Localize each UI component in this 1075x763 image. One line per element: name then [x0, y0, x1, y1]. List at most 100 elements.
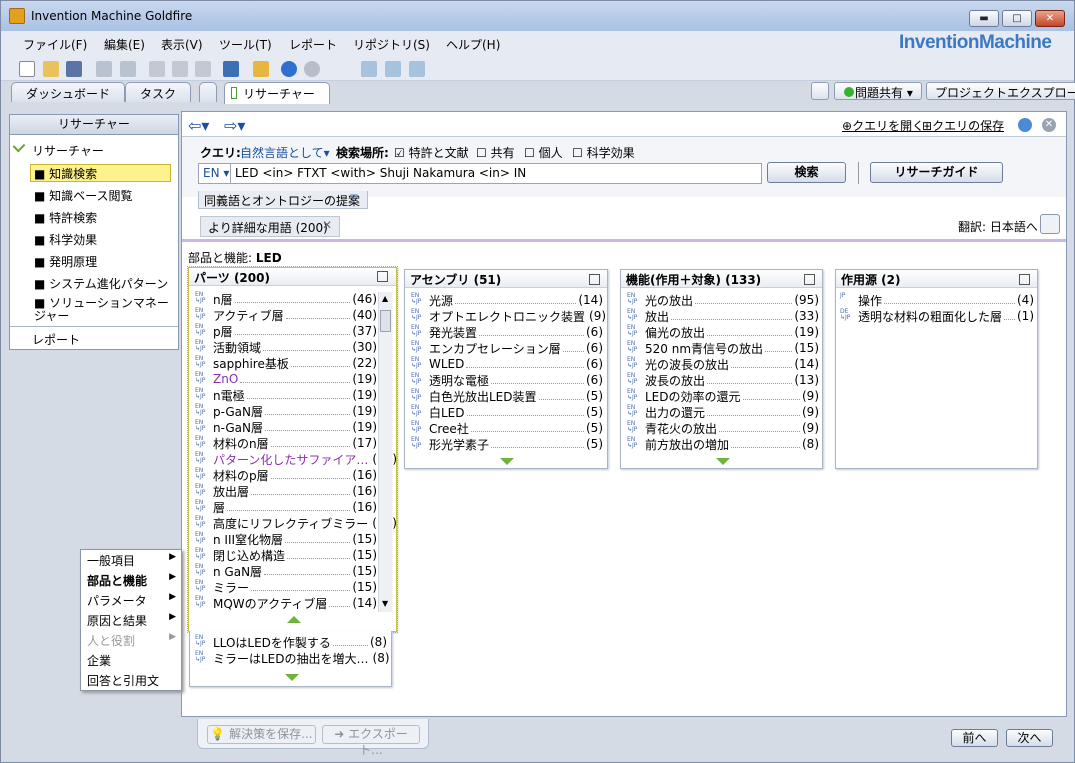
research-tool-icon[interactable] [361, 61, 377, 77]
research-tool-3-icon[interactable] [409, 61, 425, 77]
sidebar-item-solution-manager[interactable]: ■ ソリューションマネージャー [34, 297, 174, 323]
expand-icon[interactable]: ▽ [350, 193, 358, 204]
menu-tools[interactable]: ツール(T) [219, 36, 272, 53]
remove-chip-icon[interactable]: ✕ [322, 218, 332, 232]
language-dropdown[interactable]: EN ▾ [203, 166, 229, 180]
list-item[interactable]: EN ↳JP LLOはLEDを作製する (8) [195, 634, 387, 650]
maximize-panel-icon[interactable] [804, 274, 815, 285]
translate-label[interactable]: 翻訳: 日本語へ [958, 218, 1038, 235]
help-icon[interactable] [281, 61, 297, 77]
list-item[interactable]: EN ↳JP LEDの効率の還元 (9) [627, 388, 819, 404]
list-item[interactable]: EN ↳JP 青花火の放出 (9) [627, 420, 819, 436]
redo-icon[interactable] [120, 61, 136, 77]
refresh-icon[interactable] [1018, 118, 1032, 132]
list-item[interactable]: EN ↳JP WLED (6) [411, 356, 603, 372]
list-item[interactable]: EN ↳JP 透明な電極 (6) [411, 372, 603, 388]
list-item[interactable]: EN ↳JP p‐GaN層 (19) [195, 403, 377, 419]
list-item[interactable]: EN ↳JP n電極 (19) [195, 387, 377, 403]
list-item[interactable]: EN ↳JP 材料のp層 (16) [195, 467, 377, 483]
edit-pencil-icon[interactable] [1040, 214, 1060, 234]
list-item[interactable]: EN ↳JP n‐GaN層 (19) [195, 419, 377, 435]
clipboard-icon[interactable] [253, 61, 269, 77]
sidebar-item-inventive-principles[interactable]: ■ 発明原理 [34, 253, 97, 270]
open-query-link[interactable]: ⊕クエリを開く [842, 117, 924, 134]
list-item[interactable]: EN ↳JP 光の放出 (95) [627, 292, 819, 308]
sidebar-item-knowledge-search[interactable]: ■ 知識検索 [34, 165, 97, 182]
list-item[interactable]: EN ↳JP 前方放出の増加 (8) [627, 436, 819, 452]
list-item[interactable]: EN ↳JP ミラー (15) [195, 579, 377, 595]
list-item[interactable]: EN ↳JP 白色光放出LED装置 (5) [411, 388, 603, 404]
tab-dashboard[interactable]: ダッシュボード [11, 82, 126, 102]
next-button[interactable]: 次へ [1006, 729, 1053, 747]
list-item[interactable]: EN ↳JP 波長の放出 (13) [627, 372, 819, 388]
sidebar-item-patent-search[interactable]: ■ 特許検索 [34, 209, 97, 226]
list-item[interactable]: DE ↳JP 透明な材料の粗面化した層 (1) [840, 308, 1034, 324]
maximize-panel-icon[interactable] [1019, 274, 1030, 285]
list-item[interactable]: EN ↳JP 閉じ込め構造 (15) [195, 547, 377, 563]
checkbox-personal[interactable]: ☐ 個人 [524, 144, 563, 161]
maximize-panel-icon[interactable] [377, 271, 388, 282]
list-item[interactable]: EN ↳JP 材料のn層 (17) [195, 435, 377, 451]
tab-task[interactable]: タスク [125, 82, 192, 102]
list-item[interactable]: EN ↳JP n GaN層 (15) [195, 563, 377, 579]
list-item[interactable]: EN↳JPパターン化したサファイア…(16) [195, 451, 397, 467]
list-item[interactable]: EN ↳JP p層 (37) [195, 323, 377, 339]
list-item[interactable]: EN ↳JP 発光装置 (6) [411, 324, 603, 340]
list-item[interactable]: EN ↳JP 放出 (33) [627, 308, 819, 324]
menu-edit[interactable]: 編集(E) [104, 36, 145, 53]
query-text[interactable]: LED <in> FTXT <with> Shuji Nakamura <in>… [235, 166, 526, 180]
close-button[interactable]: ✕ [1035, 10, 1065, 27]
list-item[interactable]: EN↳JP高度にリフレクティブミラー(16) [195, 515, 397, 531]
back-arrow-icon[interactable]: ⇦▾ [188, 116, 209, 135]
query-mode-dropdown[interactable]: 自然言語として▾ [240, 144, 330, 161]
list-item[interactable]: EN ↳JP 層 (16) [195, 499, 377, 515]
menu-item-people-roles[interactable]: 人と役割 ▶ [81, 630, 181, 650]
blank-button[interactable] [811, 82, 829, 100]
expand-arrow-icon[interactable] [716, 458, 730, 465]
list-item[interactable]: EN ↳JP エンカプセレーション層 (6) [411, 340, 603, 356]
settings-icon[interactable] [304, 61, 320, 77]
minimize-button[interactable]: ▬ [969, 10, 999, 27]
export-button[interactable]: ➜ エクスポート... [322, 725, 420, 757]
project-explorer-button[interactable]: プロジェクトエクスプローラ [926, 82, 1075, 100]
undo-icon[interactable] [96, 61, 112, 77]
scroll-down-icon[interactable]: ▼ [382, 599, 388, 608]
checkbox-patents[interactable]: ☑ 特許と文献 [394, 144, 469, 161]
sidebar-item-evolution-patterns[interactable]: ■ システム進化パターン [34, 275, 168, 292]
scrollbar[interactable]: ▲ ▼ [378, 292, 392, 612]
scrollbar-thumb[interactable] [380, 310, 391, 332]
menu-help[interactable]: ヘルプ(H) [446, 36, 500, 53]
save-icon[interactable] [66, 61, 82, 77]
menu-file[interactable]: ファイル(F) [23, 36, 87, 53]
search-button[interactable]: 検索 [767, 162, 846, 183]
expand-arrow-icon[interactable] [500, 458, 514, 465]
research-tool-2-icon[interactable] [385, 61, 401, 77]
list-item[interactable]: EN ↳JP 光の波長の放出 (14) [627, 356, 819, 372]
maximize-panel-icon[interactable] [589, 274, 600, 285]
list-item[interactable]: EN ↳JP Cree社 (5) [411, 420, 603, 436]
menu-item-general[interactable]: 一般項目 ▶ [81, 550, 181, 570]
list-item[interactable]: EN ↳JP 光源 (14) [411, 292, 603, 308]
scroll-up-icon[interactable]: ▲ [382, 294, 388, 303]
synonyms-label[interactable]: 同義語とオントロジーの提案 [204, 192, 360, 209]
list-item[interactable]: EN ↳JP アクティブ層 (40) [195, 307, 377, 323]
expand-arrow-icon[interactable] [285, 674, 299, 681]
checkbox-science[interactable]: ☐ 科学効果 [572, 144, 635, 161]
menu-item-parameters[interactable]: パラメータ ▶ [81, 590, 181, 610]
save-query-link[interactable]: ⊞クエリの保存 [922, 117, 1004, 134]
list-item[interactable]: EN ↳JP 形光学素子 (5) [411, 436, 603, 452]
menu-repository[interactable]: リポジトリ(S) [353, 36, 430, 53]
cut-icon[interactable] [149, 61, 165, 77]
list-item[interactable]: EN ↳JP 520 nm青信号の放出 (15) [627, 340, 819, 356]
maximize-button[interactable]: □ [1002, 10, 1032, 27]
sidebar-item-kb-browse[interactable]: ■ 知識ベース閲覧 [34, 187, 133, 204]
research-guide-button[interactable]: リサーチガイド [870, 162, 1003, 183]
sidebar-root[interactable]: リサーチャー [32, 142, 104, 159]
list-item[interactable]: EN ↳JP 白LED (5) [411, 404, 603, 420]
prev-button[interactable]: 前へ [951, 729, 998, 747]
list-item[interactable]: EN ↳JP n層 (46) [195, 291, 377, 307]
collapse-arrow-icon[interactable] [287, 616, 301, 623]
forward-arrow-icon[interactable]: ⇨▾ [224, 116, 245, 135]
list-item[interactable]: EN ↳JP MQWのアクティブ層 (14) [195, 595, 377, 611]
menu-item-answers-quotes[interactable]: 回答と引用文 [81, 670, 181, 690]
